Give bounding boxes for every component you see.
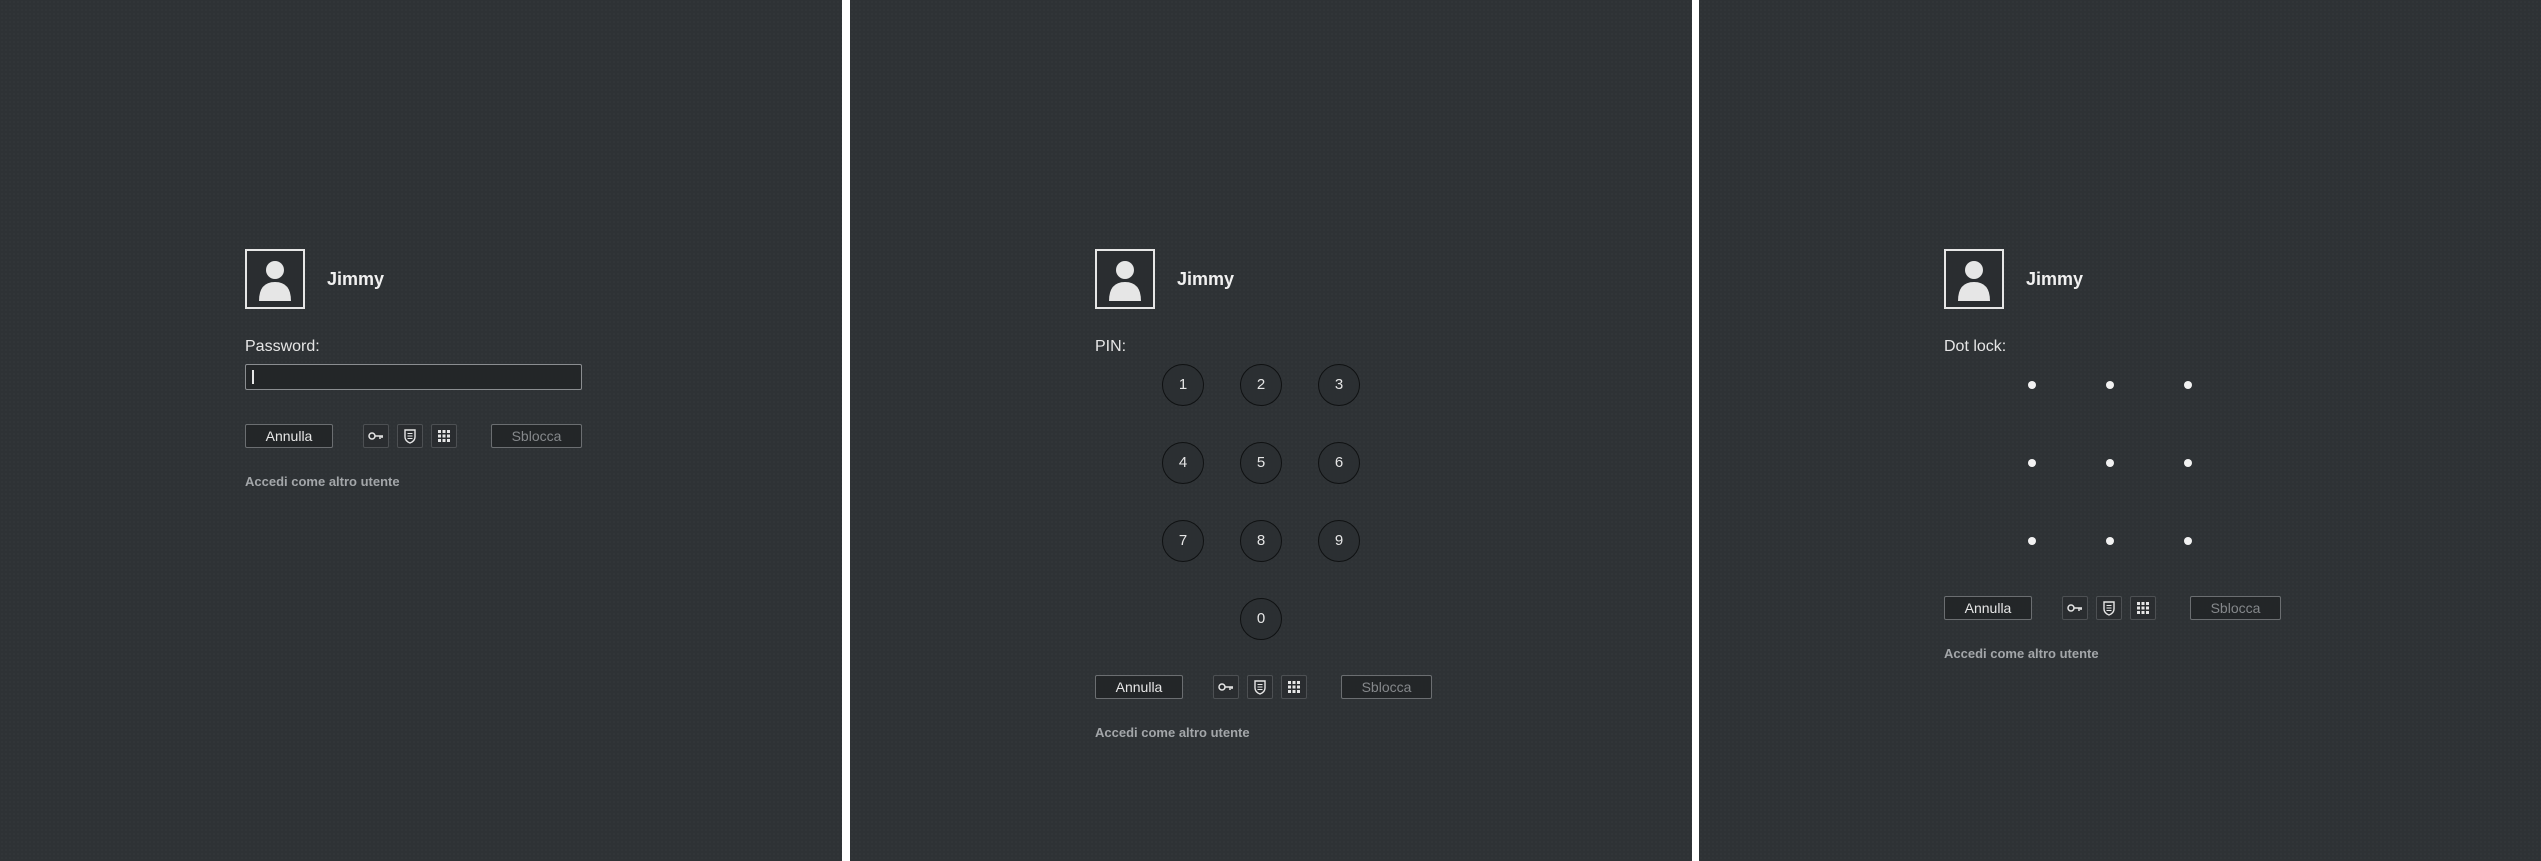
pin-auth-button[interactable] — [1247, 675, 1273, 699]
key-icon — [1218, 683, 1233, 691]
lock-dot-6[interactable] — [2184, 459, 2192, 467]
lock-dot-8[interactable] — [2106, 537, 2114, 545]
lock-dot-1[interactable] — [2028, 381, 2036, 389]
lock-dot-5[interactable] — [2106, 459, 2114, 467]
pin-key-1[interactable]: 1 — [1162, 364, 1204, 406]
switch-user-link[interactable]: Accedi come altro utente — [1095, 725, 1250, 740]
text-caret — [252, 370, 254, 384]
user-silhouette-icon — [1958, 261, 1990, 301]
password-input[interactable] — [245, 364, 582, 390]
pin-label: PIN: — [1095, 338, 1127, 355]
shield-icon — [404, 429, 416, 444]
cancel-button[interactable]: Annulla — [1095, 675, 1183, 699]
pin-key-0[interactable]: 0 — [1240, 598, 1282, 640]
password-label: Password: — [245, 338, 320, 355]
switch-user-link[interactable]: Accedi come altro utente — [245, 474, 400, 489]
dot-lock-login-panel: Jimmy Dot lock: Annulla Sblocca Accedi c… — [1699, 0, 2541, 861]
shield-icon — [2103, 601, 2115, 616]
username-label: Jimmy — [327, 269, 385, 289]
cancel-button[interactable]: Annulla — [245, 424, 333, 448]
key-auth-button[interactable] — [1213, 675, 1239, 699]
lock-dot-9[interactable] — [2184, 537, 2192, 545]
unlock-button[interactable]: Sblocca — [1341, 675, 1432, 699]
pin-login-panel: Jimmy PIN: 1 2 3 4 5 6 7 8 9 0 Annulla S… — [850, 0, 1692, 861]
password-login-panel: Jimmy Password: Annulla Sblocca Accedi c… — [0, 0, 842, 861]
user-avatar — [245, 249, 305, 309]
grid-icon — [438, 430, 450, 442]
unlock-button[interactable]: Sblocca — [491, 424, 582, 448]
unlock-button[interactable]: Sblocca — [2190, 596, 2281, 620]
pin-auth-button[interactable] — [397, 424, 423, 448]
grid-icon — [2137, 602, 2149, 614]
pin-key-9[interactable]: 9 — [1318, 520, 1360, 562]
user-avatar — [1944, 249, 2004, 309]
user-silhouette-icon — [1109, 261, 1141, 301]
shield-icon — [1254, 680, 1266, 695]
pin-auth-button[interactable] — [2096, 596, 2122, 620]
lock-dot-7[interactable] — [2028, 537, 2036, 545]
pin-key-2[interactable]: 2 — [1240, 364, 1282, 406]
key-auth-button[interactable] — [363, 424, 389, 448]
lock-dot-2[interactable] — [2106, 381, 2114, 389]
dot-auth-button[interactable] — [2130, 596, 2156, 620]
lock-dot-3[interactable] — [2184, 381, 2192, 389]
cancel-button[interactable]: Annulla — [1944, 596, 2032, 620]
username-label: Jimmy — [1177, 269, 1235, 289]
pin-key-5[interactable]: 5 — [1240, 442, 1282, 484]
pin-key-3[interactable]: 3 — [1318, 364, 1360, 406]
pin-key-4[interactable]: 4 — [1162, 442, 1204, 484]
pin-key-8[interactable]: 8 — [1240, 520, 1282, 562]
key-icon — [368, 432, 383, 440]
user-silhouette-icon — [259, 261, 291, 301]
grid-icon — [1288, 681, 1300, 693]
dot-lock-label: Dot lock: — [1944, 338, 2007, 355]
key-icon — [2067, 604, 2082, 612]
key-auth-button[interactable] — [2062, 596, 2088, 620]
switch-user-link[interactable]: Accedi come altro utente — [1944, 646, 2099, 661]
dot-auth-button[interactable] — [1281, 675, 1307, 699]
pin-key-6[interactable]: 6 — [1318, 442, 1360, 484]
user-avatar — [1095, 249, 1155, 309]
username-label: Jimmy — [2026, 269, 2084, 289]
dot-auth-button[interactable] — [431, 424, 457, 448]
pin-key-7[interactable]: 7 — [1162, 520, 1204, 562]
lock-dot-4[interactable] — [2028, 459, 2036, 467]
